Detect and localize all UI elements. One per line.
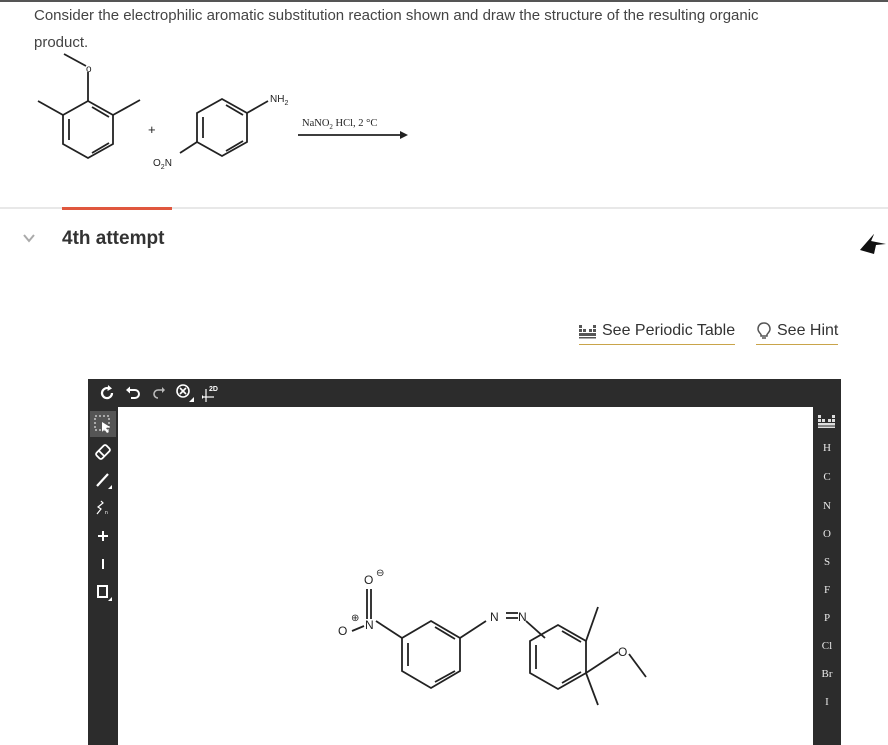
refresh-icon[interactable] <box>94 380 120 406</box>
see-hint-link[interactable]: See Hint <box>756 319 839 345</box>
element-n-button[interactable]: N <box>813 493 841 519</box>
reactant-ether-oxygen: o <box>86 64 92 75</box>
nitro-nitrogen: N <box>365 618 374 632</box>
element-cl-button[interactable]: Cl <box>813 633 841 659</box>
nitro-oxygen-left: O <box>338 624 347 638</box>
see-hint-label: See Hint <box>777 321 839 339</box>
charge-plus-icon[interactable] <box>90 523 116 549</box>
nitro-label: O2N <box>153 158 172 171</box>
editor-top-toolbar: 2D <box>88 379 841 407</box>
undo-icon[interactable] <box>120 380 146 406</box>
plus-sign: + <box>148 122 156 137</box>
mouse-cursor-icon <box>860 234 886 254</box>
charge-minus-icon[interactable] <box>90 551 116 577</box>
see-periodic-table-link[interactable]: See Periodic Table <box>579 319 736 345</box>
question-text: Consider the electrophilic aromatic subs… <box>34 2 834 56</box>
redo-icon[interactable] <box>146 380 172 406</box>
positive-charge-symbol: ⊕ <box>351 613 359 624</box>
ether-oxygen: O <box>618 645 627 659</box>
negative-charge-symbol: ⊖ <box>376 568 384 579</box>
periodic-table-button[interactable] <box>813 409 841 435</box>
chevron-down-icon[interactable] <box>22 232 36 244</box>
see-periodic-table-label: See Periodic Table <box>602 321 736 339</box>
element-s-button[interactable]: S <box>813 549 841 575</box>
element-toolbar: H C N O S F P Cl Br I <box>813 407 841 745</box>
element-f-button[interactable]: F <box>813 577 841 603</box>
2d-cleanup-icon[interactable]: 2D <box>198 380 224 406</box>
periodic-table-icon <box>579 324 596 338</box>
azo-nitrogen-1: N <box>490 610 499 624</box>
editor-left-toolbar: n <box>88 407 118 745</box>
reagents-label: NaNO2 HCl, 2 °C <box>302 118 377 131</box>
zoom-icon[interactable] <box>172 380 198 406</box>
erase-icon[interactable] <box>90 439 116 465</box>
select-icon[interactable] <box>90 411 116 437</box>
element-o-button[interactable]: O <box>813 521 841 547</box>
nitro-oxygen-top: O <box>364 573 373 587</box>
element-i-button[interactable]: I <box>813 689 841 715</box>
reaction-scheme: o + NH2 O2N NaNO2 HCl, 2 °C <box>0 50 460 180</box>
template-icon[interactable] <box>90 579 116 605</box>
attempt-title: 4th attempt <box>62 228 165 249</box>
amine-label: NH2 <box>270 94 288 107</box>
question-line-1: Consider the electrophilic aromatic subs… <box>34 7 759 24</box>
2d-cleanup-label: 2D <box>209 386 218 393</box>
active-attempt-indicator <box>62 207 172 210</box>
reaction-scheme-drawing: o + NH2 O2N NaNO2 HCl, 2 °C <box>37 53 408 171</box>
svg-text:n: n <box>105 510 108 516</box>
drawing-canvas[interactable]: O ⊖ N ⊕ O N N O <box>118 407 813 745</box>
chain-icon[interactable]: n <box>90 495 116 521</box>
element-h-button[interactable]: H <box>813 435 841 461</box>
lightbulb-icon <box>757 321 771 339</box>
element-c-button[interactable]: C <box>813 464 841 490</box>
structure-editor: 2D n O ⊖ N ⊕ O N N O H C N O S F P Cl Br… <box>88 379 841 745</box>
azo-nitrogen-2: N <box>518 610 527 624</box>
bond-icon[interactable] <box>90 467 116 493</box>
element-p-button[interactable]: P <box>813 605 841 631</box>
product-structure: O ⊖ N ⊕ O N N O <box>338 568 647 706</box>
element-br-button[interactable]: Br <box>813 661 841 687</box>
